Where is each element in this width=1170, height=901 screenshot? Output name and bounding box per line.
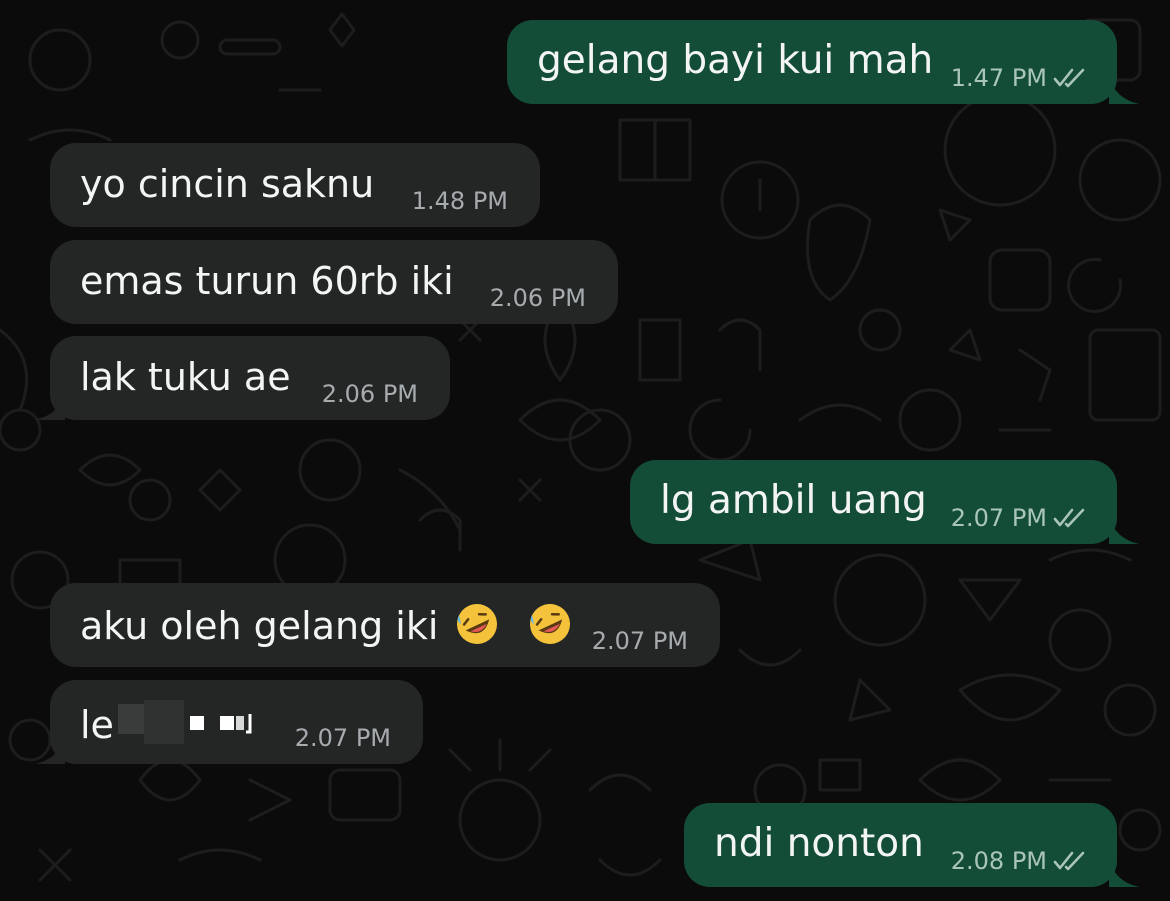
message-text: emas turun 60rb iki bbox=[80, 259, 454, 303]
message-meta: 2.08 PM bbox=[951, 847, 1087, 875]
message-meta: 1.47 PM bbox=[951, 64, 1087, 92]
rolling-on-floor-laughing-icon bbox=[457, 604, 498, 644]
message-text-row: aku oleh gelang iki bbox=[80, 601, 573, 649]
message-text: yo cincin saknu bbox=[80, 162, 375, 206]
message-text: le bbox=[80, 703, 114, 747]
message-text: lg ambil uang bbox=[660, 478, 927, 523]
message-time: 2.06 PM bbox=[321, 380, 418, 408]
message-text: aku oleh gelang iki bbox=[80, 604, 439, 648]
message-time: 1.48 PM bbox=[411, 187, 508, 215]
message-bubble-outgoing[interactable]: ndi nonton 2.08 PM bbox=[684, 803, 1139, 887]
message-bubble-incoming[interactable]: aku oleh gelang iki 2.07 PM bbox=[50, 583, 720, 667]
message-text-row: le bbox=[80, 698, 268, 748]
message-bubble-incoming[interactable]: emas turun 60rb iki 2.06 PM bbox=[50, 240, 618, 324]
message-text: gelang bayi kui mah bbox=[537, 38, 934, 83]
message-bubble-incoming[interactable]: lak tuku ae 2.06 PM bbox=[35, 336, 450, 420]
message-bubble-incoming[interactable]: yo cincin saknu 1.48 PM bbox=[50, 143, 540, 227]
message-time: 1.47 PM bbox=[950, 64, 1047, 92]
message-meta: 2.06 PM bbox=[490, 284, 586, 312]
message-time: 2.07 PM bbox=[591, 627, 688, 655]
message-bubble-incoming[interactable]: le 2.07 PM bbox=[35, 680, 423, 764]
message-meta: 2.07 PM bbox=[295, 724, 391, 752]
message-time: 2.06 PM bbox=[489, 284, 586, 312]
read-double-check-icon bbox=[1053, 68, 1085, 88]
read-double-check-icon bbox=[1053, 851, 1085, 871]
message-meta: 2.07 PM bbox=[592, 627, 688, 655]
message-meta: 2.07 PM bbox=[951, 504, 1087, 532]
redaction-censor-icon bbox=[117, 700, 252, 744]
bubble-tail-icon bbox=[35, 390, 65, 420]
message-bubble-outgoing[interactable]: lg ambil uang 2.07 PM bbox=[630, 460, 1139, 544]
rolling-on-floor-laughing-icon bbox=[529, 604, 570, 644]
message-meta: 2.06 PM bbox=[322, 380, 418, 408]
message-meta: 1.48 PM bbox=[412, 187, 508, 215]
message-text: lak tuku ae bbox=[80, 355, 291, 399]
message-text: ndi nonton bbox=[714, 821, 924, 866]
bubble-tail-icon bbox=[1109, 74, 1139, 104]
message-time: 2.08 PM bbox=[950, 847, 1047, 875]
bubble-tail-icon bbox=[35, 734, 65, 764]
message-time: 2.07 PM bbox=[294, 724, 391, 752]
message-bubble-outgoing[interactable]: gelang bayi kui mah 1.47 PM bbox=[507, 20, 1139, 104]
bubble-tail-icon bbox=[1109, 857, 1139, 887]
message-time: 2.07 PM bbox=[950, 504, 1047, 532]
read-double-check-icon bbox=[1053, 508, 1085, 528]
bubble-tail-icon bbox=[1109, 514, 1139, 544]
chat-wallpaper-doodles bbox=[0, 12, 1162, 882]
